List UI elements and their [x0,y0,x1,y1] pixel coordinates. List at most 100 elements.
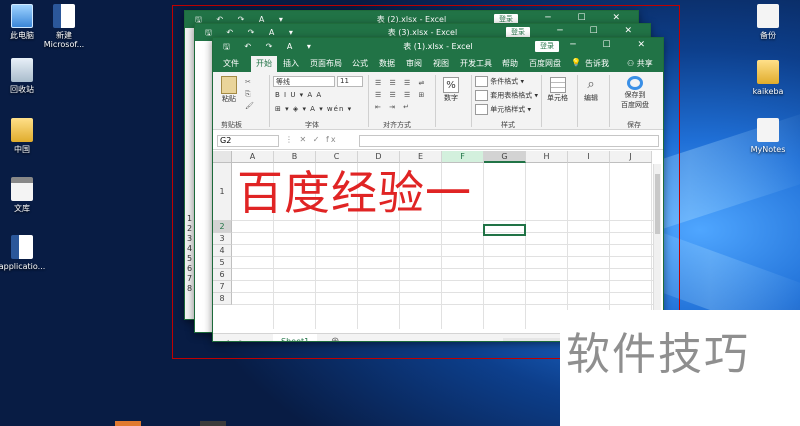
clipboard-icons[interactable]: ✂ ⎘ 🖌 [245,76,254,112]
desktop-icon-backup[interactable]: 备份 [738,4,798,40]
save-to-baidu-button[interactable]: 保存到 百度网盘 [613,76,657,110]
tab-insert[interactable]: 插入 [283,58,299,69]
group-label-font: 字体 [305,121,319,129]
share-button[interactable]: ⚇ 共享 [627,58,653,69]
font-size-select[interactable]: 11 [337,76,363,87]
scrollbar-thumb[interactable] [655,174,660,234]
tab-view[interactable]: 视图 [433,58,449,69]
file-icon [11,177,33,201]
alignment-buttons[interactable]: ☰ ☰ ☰ ⇌ ☰ ☰ ☰ ⊞ ⇤ ⇥ ↵ [375,77,427,113]
tab-baidu-netdisk[interactable]: 百度网盘 [529,58,561,69]
table-format-icon [475,90,488,101]
tell-me-search[interactable]: 告诉我 [585,58,609,69]
table-format-button[interactable]: 套用表格格式 ▾ [475,90,538,101]
number-format-button[interactable]: % 数字 [443,77,459,103]
select-all-corner[interactable] [213,151,232,163]
ribbon-tabs: 文件 开始 插入 页面布局 公式 数据 审阅 视图 开发工具 帮助 百度网盘 💡… [213,55,663,72]
tab-developer[interactable]: 开发工具 [460,58,492,69]
font-name-select[interactable]: 等线 [273,76,335,87]
column-header[interactable]: G [484,151,526,163]
column-header[interactable]: B [274,151,316,163]
column-header[interactable]: F [442,151,484,163]
row-header[interactable]: 3 [213,233,232,245]
cells-icon [549,77,566,93]
formula-bar: G2 ⋮ ✕ ✓ fx [213,132,663,150]
cells-button[interactable]: 单元格 [547,77,568,103]
row-header[interactable]: 5 [213,257,232,269]
grid-line [232,292,660,293]
tab-file[interactable]: 文件 [223,58,239,69]
tab-page-layout[interactable]: 页面布局 [310,58,342,69]
desktop-icon-kaikeba[interactable]: kaikeba [738,60,798,96]
selected-cell-G2[interactable] [483,224,526,236]
excel-window-main[interactable]: 🖫 ↶ ↷ A ▾ 表 (1).xlsx - Excel 登录 ▭ ─ ☐ ✕ … [212,37,664,342]
row-header[interactable]: 7 [213,281,232,293]
desktop-icon-mynotes[interactable]: MyNotes [738,118,798,154]
watermark-text: 软件技巧 [566,329,750,380]
computer-icon [11,4,33,28]
column-header[interactable]: J [610,151,652,163]
folder-icon [757,60,779,84]
sheet-tab-sheet1[interactable]: Sheet1 [273,334,318,341]
row-header[interactable]: 8 [213,293,232,305]
grid-line [232,304,660,305]
search-icon: ⌕ [587,77,595,92]
grid-line [232,232,660,233]
add-sheet-icon[interactable]: ⊕ [331,336,339,341]
group-label-clipboard: 剪贴板 [221,121,242,129]
spreadsheet-grid[interactable]: A B C D E F G H I J 1 2 3 4 5 6 7 8 百度经验一 [213,151,660,329]
folder-icon [11,118,33,142]
window-controls[interactable]: ▭ ─ ☐ ✕ [535,40,657,50]
column-header[interactable]: C [316,151,358,163]
paste-icon [221,76,237,94]
tab-formulas[interactable]: 公式 [352,58,368,69]
formula-icons[interactable]: ⋮ ✕ ✓ fx [285,135,338,144]
grid-line [232,244,660,245]
tab-home[interactable]: 开始 [251,56,277,72]
desktop-icon-recycle-bin[interactable]: 回收站 [0,58,52,94]
word-file-icon [53,4,75,28]
sheet-nav-arrows[interactable]: ◂ ▸ [225,337,248,341]
grid-line [232,256,660,257]
recycle-bin-icon [11,58,33,82]
desktop-icon-application[interactable]: applicatio... [0,235,52,271]
row-header[interactable]: 1 [213,163,232,221]
taskbar-item[interactable] [200,421,226,426]
tab-help[interactable]: 帮助 [502,58,518,69]
row-header[interactable]: 4 [213,245,232,257]
column-header[interactable]: D [358,151,400,163]
notes-file-icon [757,118,779,142]
ribbon-home: 粘贴 ✂ ⎘ 🖌 剪贴板 等线 11 B I U ▾ A A ⊞ ▾ ◈ ▾ A ▾… [213,72,663,130]
column-header[interactable]: I [568,151,610,163]
word-file-icon [11,235,33,259]
editing-button[interactable]: ⌕ 编辑 [583,77,599,103]
cell-style-button[interactable]: 单元格样式 ▾ [475,104,531,115]
back-window-row-numbers: 12345678 [187,214,193,293]
formula-input[interactable] [359,135,659,147]
grid-line [232,280,660,281]
conditional-format-icon [475,76,488,87]
conditional-format-button[interactable]: 条件格式 ▾ [475,76,524,87]
desktop-icon-new-word[interactable]: 新建 Microsof... [34,4,94,49]
lightbulb-icon: 💡 [571,58,581,67]
tab-review[interactable]: 审阅 [406,58,422,69]
desktop-icon-library[interactable]: 文库 [0,177,52,213]
column-header[interactable]: E [400,151,442,163]
percent-icon: % [443,77,459,93]
row-header[interactable]: 2 [213,221,232,233]
column-header[interactable]: H [526,151,568,163]
vertical-scrollbar[interactable] [653,164,661,328]
taskbar-item[interactable] [115,421,141,426]
title-bar[interactable]: 🖫 ↶ ↷ A ▾ 表 (1).xlsx - Excel 登录 ▭ ─ ☐ ✕ [213,38,663,55]
group-label-save: 保存 [627,121,641,129]
desktop-icon-china[interactable]: 中国 [0,118,52,154]
font-border-color-buttons[interactable]: ⊞ ▾ ◈ ▾ A ▾ wén ▾ [275,105,352,113]
name-box[interactable]: G2 [217,135,279,147]
group-label-styles: 样式 [501,121,515,129]
font-style-buttons[interactable]: B I U ▾ A A [275,91,322,99]
row-header[interactable]: 6 [213,269,232,281]
tab-data[interactable]: 数据 [379,58,395,69]
column-header[interactable]: A [232,151,274,163]
paste-button[interactable]: 粘贴 [221,76,237,104]
cell-A1-text[interactable]: 百度经验一 [237,165,472,221]
